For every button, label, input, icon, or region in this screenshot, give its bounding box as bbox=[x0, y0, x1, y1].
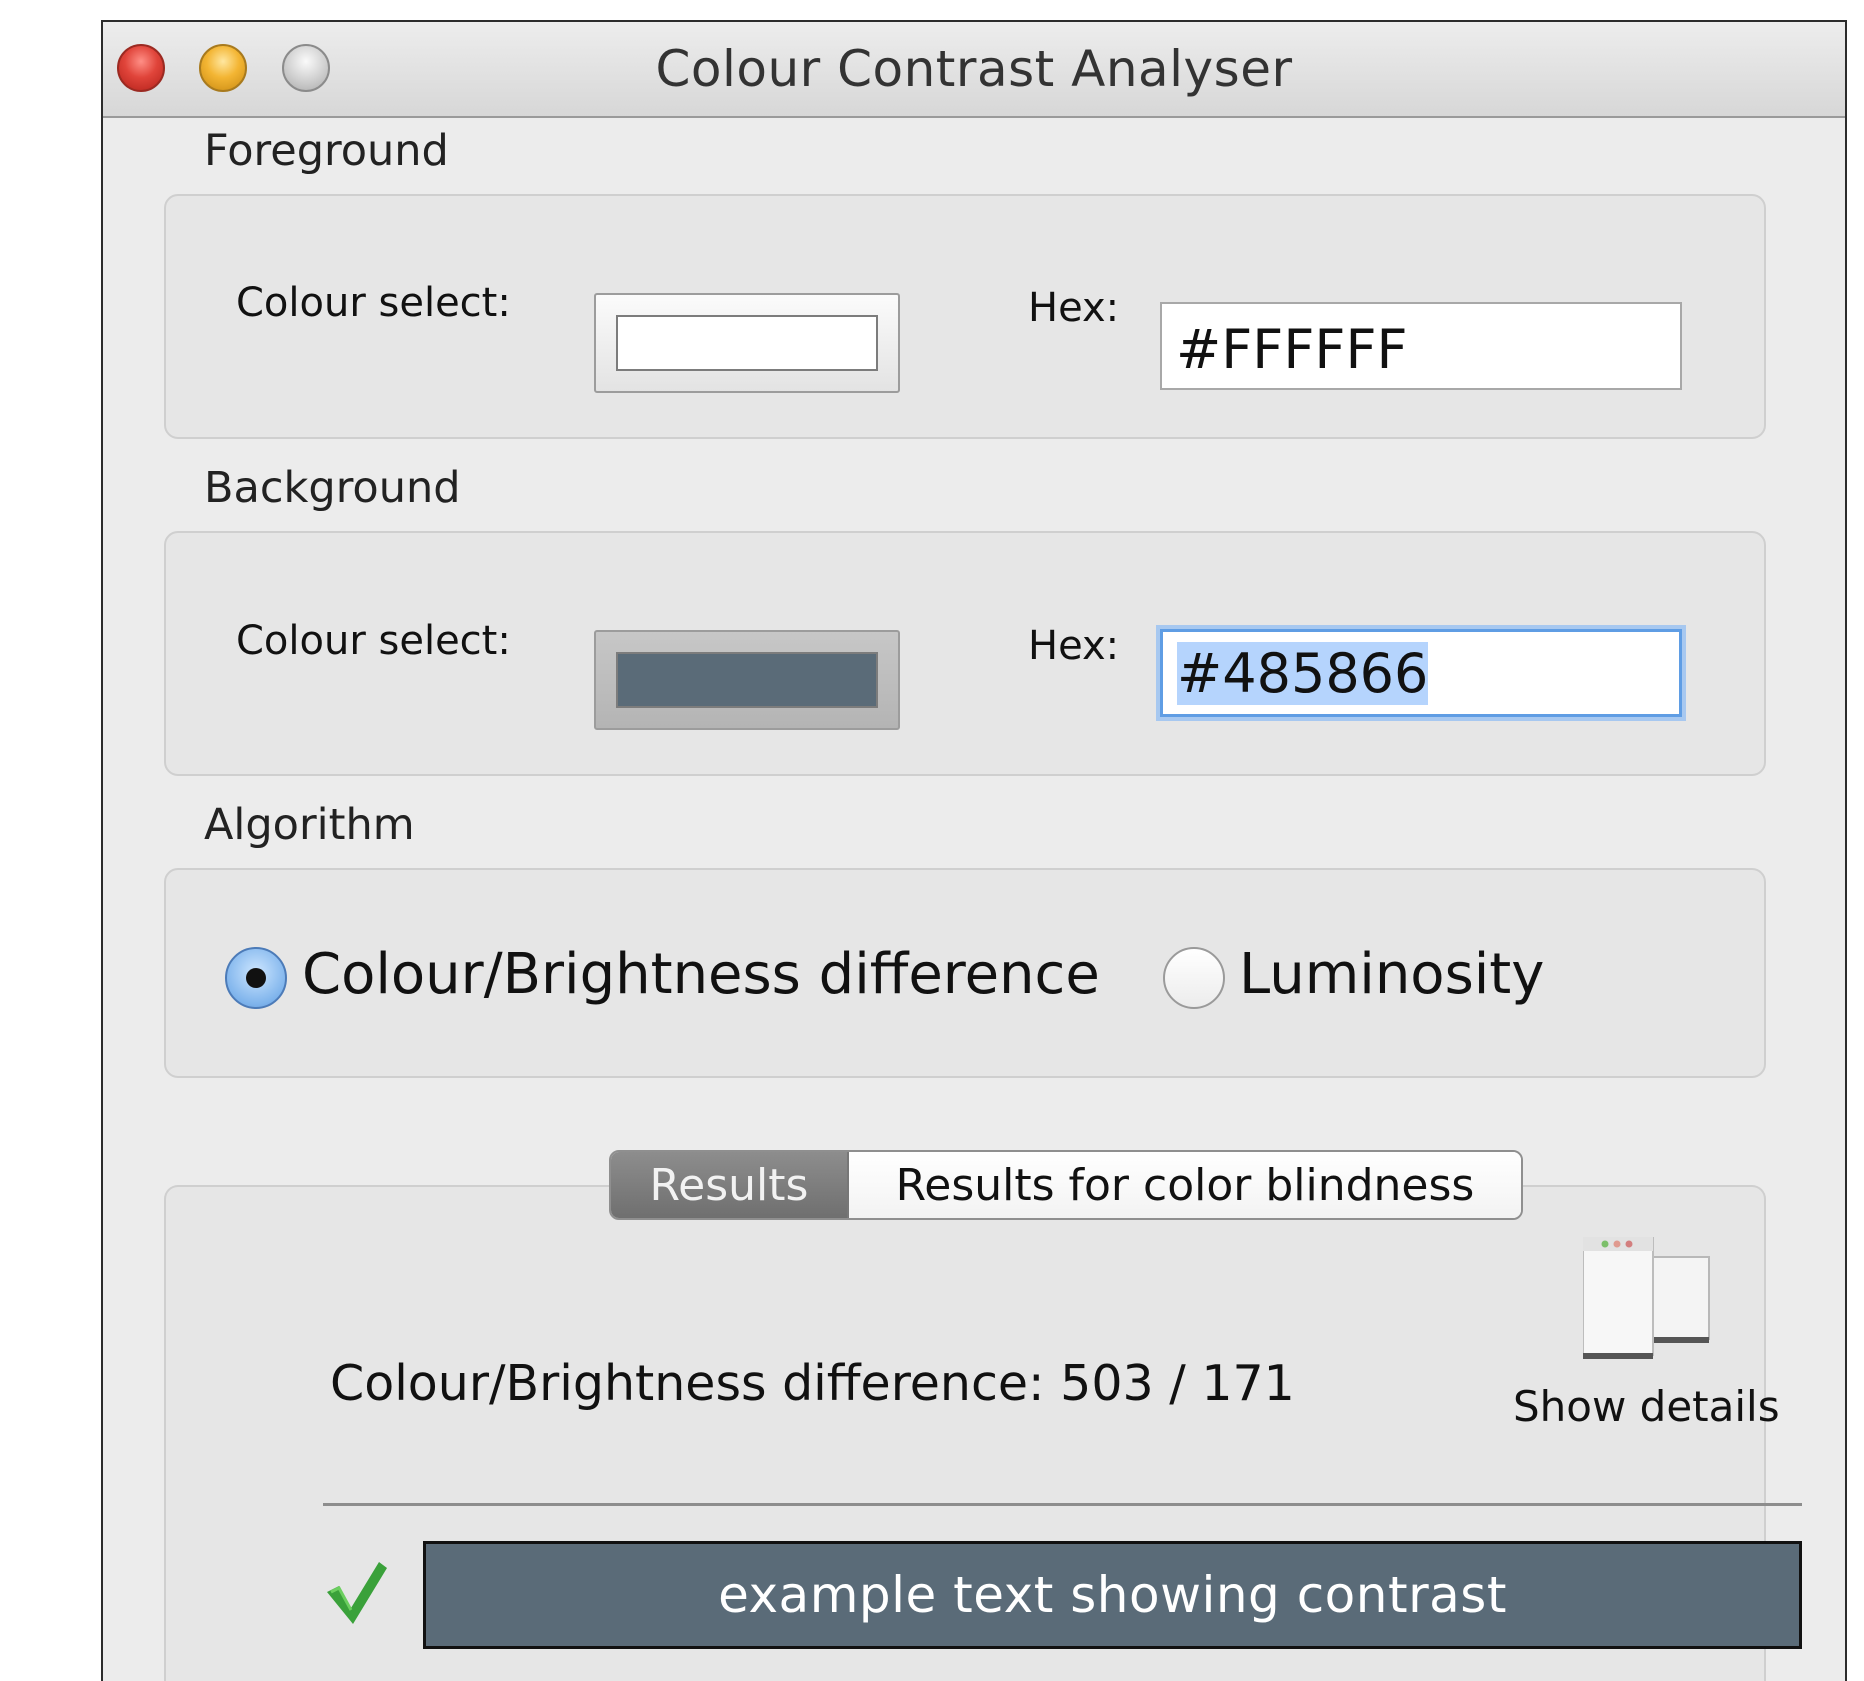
title-bar: Colour Contrast Analyser bbox=[103, 22, 1845, 118]
contrast-result-text: Colour/Brightness difference: 503 / 171 bbox=[330, 1355, 1295, 1412]
background-group: Colour select: Hex: #485866 bbox=[164, 531, 1766, 776]
tab-results[interactable]: Results bbox=[611, 1152, 849, 1218]
algorithm-section-label: Algorithm bbox=[204, 800, 415, 850]
background-colour-swatch bbox=[616, 652, 878, 708]
check-icon bbox=[327, 1562, 387, 1624]
example-text: example text showing contrast bbox=[718, 1566, 1507, 1624]
background-hex-label: Hex: bbox=[1028, 623, 1120, 669]
foreground-colour-swatch bbox=[616, 315, 878, 371]
results-tab-bar: Results Results for color blindness bbox=[609, 1150, 1523, 1220]
tab-results-color-blindness[interactable]: Results for color blindness bbox=[849, 1152, 1521, 1218]
show-details-label[interactable]: Show details bbox=[1513, 1382, 1780, 1431]
foreground-colour-picker-button[interactable] bbox=[594, 293, 900, 393]
foreground-group: Colour select: Hex: #FFFFFF bbox=[164, 194, 1766, 439]
foreground-hex-input[interactable]: #FFFFFF bbox=[1160, 302, 1682, 390]
background-section-label: Background bbox=[204, 463, 461, 513]
show-details-icon[interactable] bbox=[1583, 1237, 1717, 1369]
window-title: Colour Contrast Analyser bbox=[655, 40, 1293, 98]
background-colour-picker-button[interactable] bbox=[594, 630, 900, 730]
contrast-example-text-box: example text showing contrast bbox=[423, 1541, 1802, 1649]
background-colour-select-label: Colour select: bbox=[236, 618, 511, 664]
colour-brightness-radio-label[interactable]: Colour/Brightness difference bbox=[302, 942, 1100, 1007]
background-hex-value: #485866 bbox=[1177, 642, 1429, 705]
foreground-colour-select-label: Colour select: bbox=[236, 280, 511, 326]
results-divider bbox=[323, 1503, 1802, 1506]
algorithm-group: Colour/Brightness difference Luminosity bbox=[164, 868, 1766, 1078]
foreground-section-label: Foreground bbox=[204, 126, 449, 176]
foreground-hex-label: Hex: bbox=[1028, 285, 1120, 331]
luminosity-radio-label[interactable]: Luminosity bbox=[1239, 942, 1544, 1007]
colour-brightness-radio[interactable] bbox=[225, 947, 287, 1009]
foreground-hex-value: #FFFFFF bbox=[1176, 318, 1408, 381]
app-window: Colour Contrast Analyser Foreground Colo… bbox=[101, 20, 1847, 1681]
luminosity-radio[interactable] bbox=[1163, 947, 1225, 1009]
background-hex-input[interactable]: #485866 bbox=[1160, 629, 1682, 717]
